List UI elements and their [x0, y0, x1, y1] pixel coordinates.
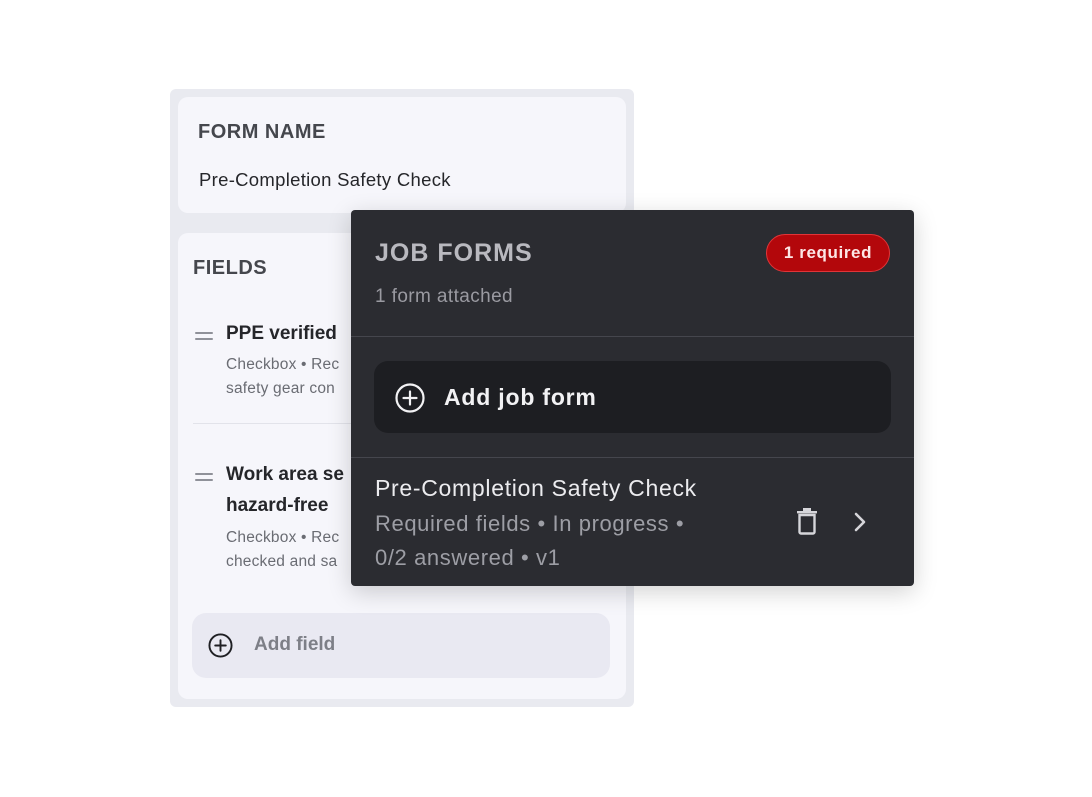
drag-handle-icon[interactable]	[195, 332, 213, 342]
drag-handle-icon[interactable]	[195, 473, 213, 483]
form-name-label: FORM NAME	[198, 121, 326, 143]
panel-divider	[351, 457, 914, 458]
add-job-form-button[interactable]: Add job form	[374, 361, 891, 433]
job-forms-title: JOB FORMS	[375, 239, 533, 267]
job-form-item-meta: Required fields • In progress • 0/2 answ…	[375, 511, 685, 570]
add-field-button[interactable]: Add field	[192, 613, 610, 678]
panel-divider	[351, 336, 914, 337]
plus-circle-icon	[395, 383, 425, 413]
plus-circle-icon	[208, 633, 233, 658]
trash-icon[interactable]	[795, 507, 819, 535]
job-forms-panel: JOB FORMS 1 required 1 form attached Add…	[351, 210, 914, 586]
form-name-field[interactable]: Pre-Completion Safety Check	[199, 169, 451, 191]
job-forms-subtitle: 1 form attached	[375, 286, 514, 307]
form-name-card: FORM NAME Pre-Completion Safety Check	[178, 97, 626, 213]
fields-label: FIELDS	[193, 257, 268, 279]
job-form-item-title[interactable]: Pre-Completion Safety Check	[375, 475, 697, 502]
required-badge: 1 required	[766, 234, 890, 272]
add-job-form-label: Add job form	[444, 384, 597, 410]
add-field-label: Add field	[254, 634, 336, 655]
chevron-right-icon[interactable]	[850, 510, 870, 534]
